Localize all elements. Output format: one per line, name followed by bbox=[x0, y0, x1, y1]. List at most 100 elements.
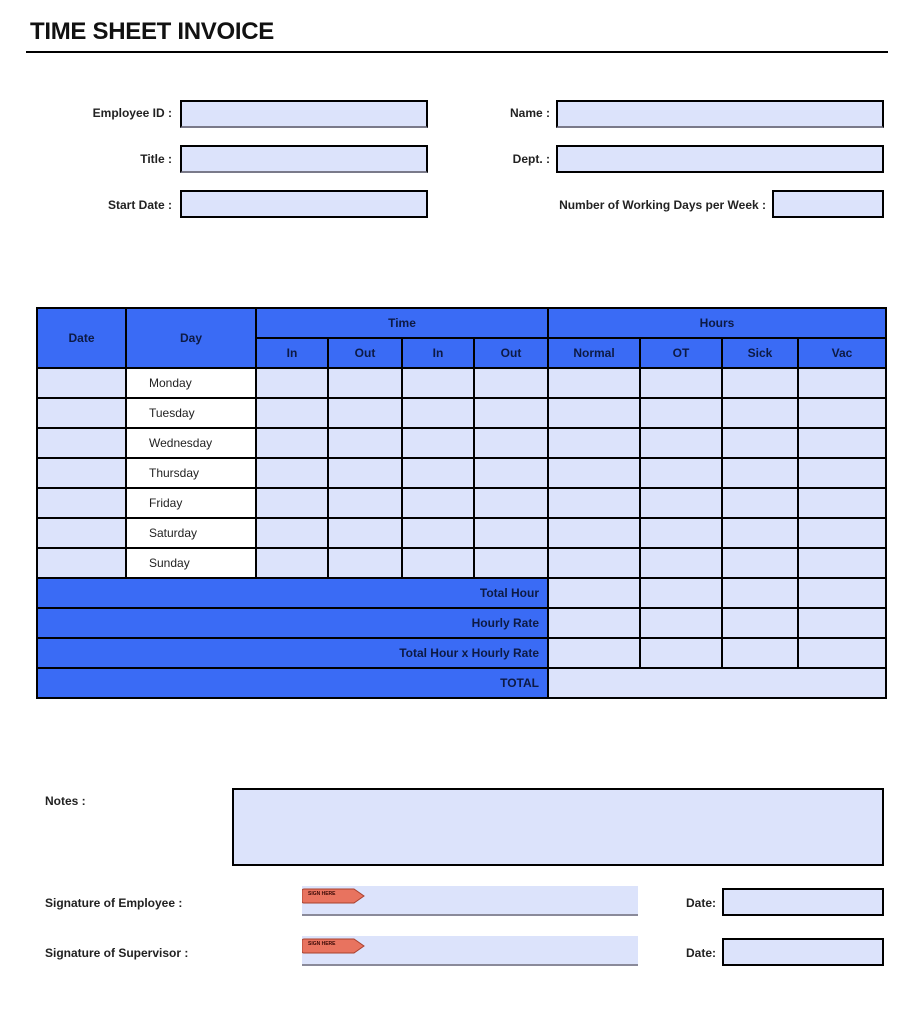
table-row: Friday bbox=[36, 487, 887, 519]
vac-cell[interactable] bbox=[797, 397, 887, 429]
time-out-1-cell[interactable] bbox=[327, 397, 403, 429]
sick-cell[interactable] bbox=[721, 397, 799, 429]
time-in-1-cell[interactable] bbox=[255, 487, 329, 519]
time-in-1-cell[interactable] bbox=[255, 517, 329, 549]
vac-cell[interactable] bbox=[797, 367, 887, 399]
total-x-rate-normal[interactable] bbox=[547, 637, 641, 669]
sick-cell[interactable] bbox=[721, 457, 799, 489]
time-in-2-cell[interactable] bbox=[401, 487, 475, 519]
working-days-field[interactable] bbox=[772, 190, 884, 218]
ot-cell[interactable] bbox=[639, 517, 723, 549]
vac-cell[interactable] bbox=[797, 517, 887, 549]
dept-field[interactable] bbox=[556, 145, 884, 173]
start-date-field[interactable] bbox=[180, 190, 428, 218]
date-cell[interactable] bbox=[36, 487, 127, 519]
time-out-1-cell[interactable] bbox=[327, 517, 403, 549]
time-in-2-cell[interactable] bbox=[401, 427, 475, 459]
time-out-2-cell[interactable] bbox=[473, 427, 549, 459]
date-cell[interactable] bbox=[36, 427, 127, 459]
date-cell[interactable] bbox=[36, 367, 127, 399]
date-employee-field[interactable] bbox=[722, 888, 884, 916]
hourly-rate-ot[interactable] bbox=[639, 607, 723, 639]
total-x-rate-sick[interactable] bbox=[721, 637, 799, 669]
time-in-2-cell[interactable] bbox=[401, 517, 475, 549]
hourly-rate-normal[interactable] bbox=[547, 607, 641, 639]
summary-row-hourly-rate: Hourly Rate bbox=[36, 607, 887, 639]
total-hour-sick[interactable] bbox=[721, 577, 799, 609]
sick-cell[interactable] bbox=[721, 547, 799, 579]
grand-total-field[interactable] bbox=[547, 667, 887, 699]
sign-here-text: SIGN HERE bbox=[308, 891, 336, 897]
time-out-1-cell[interactable] bbox=[327, 547, 403, 579]
sign-here-tag-icon[interactable]: SIGN HERE bbox=[302, 938, 366, 954]
time-in-1-cell[interactable] bbox=[255, 547, 329, 579]
time-out-1-cell[interactable] bbox=[327, 367, 403, 399]
normal-cell[interactable] bbox=[547, 487, 641, 519]
ot-cell[interactable] bbox=[639, 457, 723, 489]
ot-cell[interactable] bbox=[639, 487, 723, 519]
time-out-1-cell[interactable] bbox=[327, 457, 403, 489]
normal-cell[interactable] bbox=[547, 517, 641, 549]
normal-cell[interactable] bbox=[547, 547, 641, 579]
page-title: TIME SHEET INVOICE bbox=[30, 18, 274, 45]
vac-cell[interactable] bbox=[797, 427, 887, 459]
time-out-1-cell[interactable] bbox=[327, 427, 403, 459]
ot-cell[interactable] bbox=[639, 397, 723, 429]
time-in-1-cell[interactable] bbox=[255, 427, 329, 459]
normal-cell[interactable] bbox=[547, 457, 641, 489]
date-supervisor-field[interactable] bbox=[722, 938, 884, 966]
employee-id-field[interactable] bbox=[180, 100, 428, 128]
date-cell[interactable] bbox=[36, 517, 127, 549]
working-days-label: Number of Working Days per Week : bbox=[559, 198, 766, 212]
time-out-1-cell[interactable] bbox=[327, 487, 403, 519]
vac-cell[interactable] bbox=[797, 457, 887, 489]
name-field[interactable] bbox=[556, 100, 884, 128]
sick-cell[interactable] bbox=[721, 517, 799, 549]
normal-cell[interactable] bbox=[547, 397, 641, 429]
time-out-2-cell[interactable] bbox=[473, 457, 549, 489]
time-out-2-cell[interactable] bbox=[473, 397, 549, 429]
time-in-1-cell[interactable] bbox=[255, 457, 329, 489]
ot-cell[interactable] bbox=[639, 427, 723, 459]
date-cell[interactable] bbox=[36, 547, 127, 579]
hourly-rate-vac[interactable] bbox=[797, 607, 887, 639]
total-x-rate-ot[interactable] bbox=[639, 637, 723, 669]
ot-cell[interactable] bbox=[639, 547, 723, 579]
day-cell: Saturday bbox=[125, 517, 257, 549]
total-hour-vac[interactable] bbox=[797, 577, 887, 609]
sig-employee-field[interactable]: SIGN HERE bbox=[302, 886, 638, 916]
date-cell[interactable] bbox=[36, 397, 127, 429]
total-hour-ot[interactable] bbox=[639, 577, 723, 609]
sick-cell[interactable] bbox=[721, 367, 799, 399]
notes-field[interactable] bbox=[232, 788, 884, 866]
total-hour-normal[interactable] bbox=[547, 577, 641, 609]
header-hours-normal: Normal bbox=[547, 337, 641, 369]
time-in-2-cell[interactable] bbox=[401, 457, 475, 489]
ot-cell[interactable] bbox=[639, 367, 723, 399]
title-field[interactable] bbox=[180, 145, 428, 173]
table-row: Wednesday bbox=[36, 427, 887, 459]
time-out-2-cell[interactable] bbox=[473, 367, 549, 399]
time-out-2-cell[interactable] bbox=[473, 487, 549, 519]
date-cell[interactable] bbox=[36, 457, 127, 489]
hourly-rate-sick[interactable] bbox=[721, 607, 799, 639]
time-in-1-cell[interactable] bbox=[255, 397, 329, 429]
sick-cell[interactable] bbox=[721, 487, 799, 519]
sick-cell[interactable] bbox=[721, 427, 799, 459]
header-hours-sick: Sick bbox=[721, 337, 799, 369]
vac-cell[interactable] bbox=[797, 547, 887, 579]
time-in-2-cell[interactable] bbox=[401, 547, 475, 579]
name-label: Name : bbox=[509, 106, 550, 120]
time-in-2-cell[interactable] bbox=[401, 397, 475, 429]
time-out-2-cell[interactable] bbox=[473, 547, 549, 579]
sign-here-tag-icon[interactable]: SIGN HERE bbox=[302, 888, 366, 904]
total-x-rate-vac[interactable] bbox=[797, 637, 887, 669]
sig-supervisor-field[interactable]: SIGN HERE bbox=[302, 936, 638, 966]
time-out-2-cell[interactable] bbox=[473, 517, 549, 549]
vac-cell[interactable] bbox=[797, 487, 887, 519]
normal-cell[interactable] bbox=[547, 367, 641, 399]
time-in-2-cell[interactable] bbox=[401, 367, 475, 399]
day-cell: Wednesday bbox=[125, 427, 257, 459]
normal-cell[interactable] bbox=[547, 427, 641, 459]
time-in-1-cell[interactable] bbox=[255, 367, 329, 399]
